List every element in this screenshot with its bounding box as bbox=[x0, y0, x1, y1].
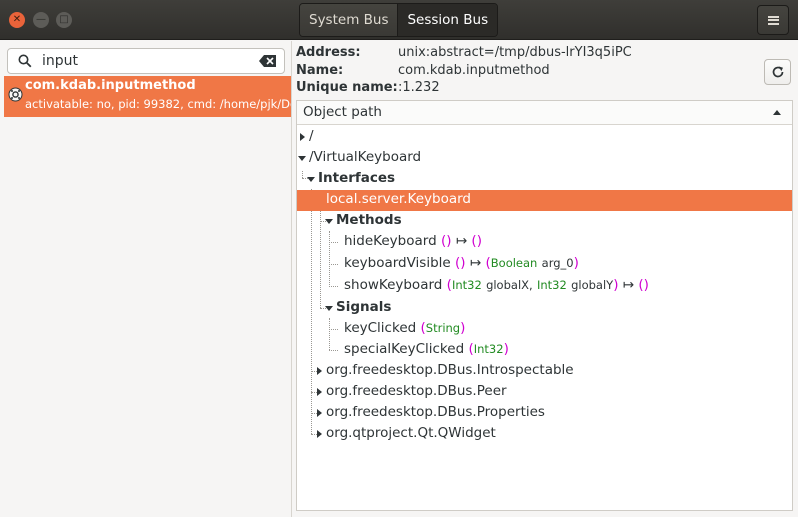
unique-name-label: Unique name: bbox=[296, 80, 398, 95]
clear-text-icon[interactable] bbox=[259, 55, 276, 67]
tree-row-virtualkeyboard[interactable]: /VirtualKeyboard bbox=[297, 148, 792, 169]
paren: ) bbox=[613, 277, 619, 293]
tree-row-interface[interactable]: org.freedesktop.DBus.Peer bbox=[297, 382, 792, 403]
collapse-arrow-icon[interactable] bbox=[298, 156, 306, 161]
search-icon bbox=[18, 54, 32, 68]
address-value: unix:abstract=/tmp/dbus-lrYI3q5iPC bbox=[398, 45, 632, 60]
refresh-icon bbox=[772, 66, 783, 78]
arg-name: globalY bbox=[571, 278, 614, 292]
method-signature: keyboardVisible () ↦ (Boolean arg_0) bbox=[344, 255, 579, 271]
expand-arrow-icon[interactable] bbox=[317, 388, 322, 396]
system-bus-tab[interactable]: System Bus bbox=[300, 4, 398, 36]
refresh-button[interactable] bbox=[764, 59, 791, 85]
tree-header-label: Object path bbox=[303, 104, 382, 120]
expand-arrow-icon[interactable] bbox=[317, 430, 322, 438]
service-detail: activatable: no, pid: 99382, cmd: /home/… bbox=[25, 97, 291, 111]
tree-header[interactable]: Object path bbox=[297, 101, 792, 125]
tree-row-interface[interactable]: org.freedesktop.DBus.Properties bbox=[297, 403, 792, 424]
sort-arrow-icon[interactable] bbox=[773, 110, 781, 115]
interfaces-label: Interfaces bbox=[318, 170, 396, 186]
hamburger-menu-icon bbox=[767, 15, 779, 25]
tree-row-signal[interactable]: keyClicked (String) bbox=[297, 319, 792, 340]
unique-name-value: :1.232 bbox=[398, 80, 440, 95]
paren: ) bbox=[460, 320, 466, 336]
method-signature: hideKeyboard () ↦ () bbox=[344, 233, 482, 249]
maximize-icon[interactable]: □ bbox=[56, 12, 72, 28]
signals-label: Signals bbox=[336, 299, 392, 315]
service-name: com.kdab.inputmethod bbox=[25, 78, 196, 93]
address-label: Address: bbox=[296, 45, 361, 60]
pane-divider[interactable] bbox=[291, 41, 292, 517]
tree-row-interface[interactable]: org.freedesktop.DBus.Introspectable bbox=[297, 361, 792, 382]
close-icon[interactable]: ✕ bbox=[9, 12, 25, 28]
search-box bbox=[7, 48, 285, 74]
tree-row-signal[interactable]: specialKeyClicked (Int32) bbox=[297, 340, 792, 361]
tree-row-methods[interactable]: Methods bbox=[297, 211, 792, 232]
signal-name: keyClicked bbox=[344, 320, 417, 336]
signal-signature: keyClicked (String) bbox=[344, 320, 465, 336]
arg-type: String bbox=[425, 321, 461, 335]
tree-row-method[interactable]: showKeyboard (Int32 globalX, Int32 globa… bbox=[297, 276, 792, 297]
search-input[interactable] bbox=[42, 52, 252, 70]
tree-row-interface[interactable]: org.qtproject.Qt.QWidget bbox=[297, 424, 792, 445]
object-path: /VirtualKeyboard bbox=[309, 149, 422, 165]
tree-row-selected-interface[interactable]: local.server.Keyboard bbox=[297, 190, 792, 211]
expand-arrow-icon[interactable] bbox=[317, 409, 322, 417]
arg-type: Int32 bbox=[473, 342, 504, 356]
paren: ) bbox=[460, 255, 466, 271]
signal-signature: specialKeyClicked (Int32) bbox=[344, 341, 509, 357]
arg-name: globalX, bbox=[486, 278, 533, 292]
paren: ) bbox=[446, 233, 452, 249]
title-bar: ✕ — □ System Bus Session Bus bbox=[0, 0, 798, 40]
interface-name: local.server.Keyboard bbox=[326, 191, 471, 207]
expand-arrow-icon[interactable] bbox=[317, 367, 322, 375]
arg-name: arg_0 bbox=[541, 256, 574, 270]
interface-name: org.freedesktop.DBus.Introspectable bbox=[326, 362, 574, 378]
collapse-arrow-icon[interactable] bbox=[307, 177, 315, 182]
paren: ) bbox=[476, 233, 482, 249]
method-signature: showKeyboard (Int32 globalX, Int32 globa… bbox=[344, 277, 649, 293]
maps-to-arrow: ↦ bbox=[469, 255, 482, 271]
arg-type: Boolean bbox=[490, 256, 538, 270]
paren: ) bbox=[643, 277, 649, 293]
paren: ) bbox=[503, 341, 509, 357]
minimize-icon[interactable]: — bbox=[33, 12, 49, 28]
object-path: / bbox=[309, 128, 314, 144]
name-label: Name: bbox=[296, 63, 344, 78]
arg-type: Int32 bbox=[536, 278, 567, 292]
interface-name: org.freedesktop.DBus.Peer bbox=[326, 383, 507, 399]
signal-name: specialKeyClicked bbox=[344, 341, 465, 357]
paren: ) bbox=[573, 255, 579, 271]
maps-to-arrow: ↦ bbox=[622, 277, 635, 293]
tree-row-signals[interactable]: Signals bbox=[297, 298, 792, 319]
interface-name: org.freedesktop.DBus.Properties bbox=[326, 404, 545, 420]
tree-row-method[interactable]: hideKeyboard () ↦ () bbox=[297, 232, 792, 253]
tree-row-method[interactable]: keyboardVisible () ↦ (Boolean arg_0) bbox=[297, 254, 792, 275]
maps-to-arrow: ↦ bbox=[455, 233, 468, 249]
method-name: hideKeyboard bbox=[344, 233, 437, 249]
bus-switcher: System Bus Session Bus bbox=[299, 3, 499, 37]
tree-row-interfaces[interactable]: Interfaces bbox=[297, 169, 792, 190]
name-value: com.kdab.inputmethod bbox=[398, 63, 550, 78]
arg-type: Int32 bbox=[451, 278, 482, 292]
object-tree[interactable]: Object path / /VirtualKeyboard Interface… bbox=[296, 100, 793, 511]
collapse-arrow-icon[interactable] bbox=[325, 306, 333, 311]
gear-service-icon bbox=[8, 87, 23, 102]
service-list-item[interactable]: com.kdab.inputmethod activatable: no, pi… bbox=[4, 76, 291, 117]
tree-row-root[interactable]: / bbox=[297, 127, 792, 148]
session-bus-tab[interactable]: Session Bus bbox=[397, 4, 498, 36]
method-name: showKeyboard bbox=[344, 277, 443, 293]
expand-arrow-icon[interactable] bbox=[300, 133, 305, 141]
collapse-arrow-icon[interactable] bbox=[325, 219, 333, 224]
menu-button[interactable] bbox=[757, 5, 789, 35]
interface-name: org.qtproject.Qt.QWidget bbox=[326, 425, 496, 441]
service-list-pane: com.kdab.inputmethod activatable: no, pi… bbox=[0, 41, 291, 517]
method-name: keyboardVisible bbox=[344, 255, 451, 271]
methods-label: Methods bbox=[336, 212, 402, 228]
